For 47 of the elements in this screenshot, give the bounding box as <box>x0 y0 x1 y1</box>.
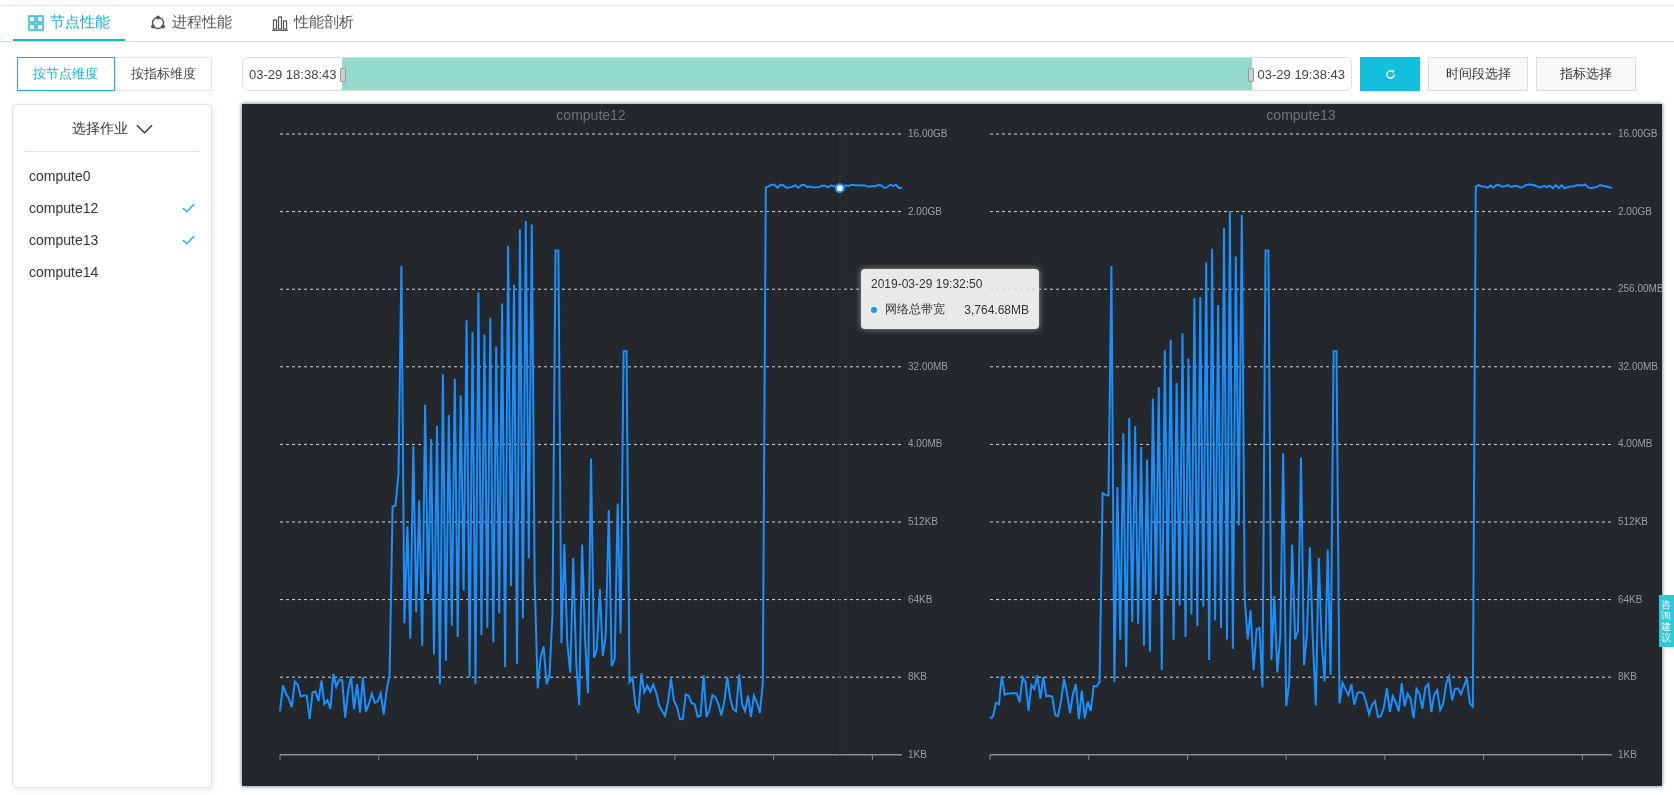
time-range-slider[interactable]: 03-29 18:38:43 03-29 19:38:43 <box>242 57 1352 91</box>
process-cycle-icon <box>150 14 166 31</box>
chevron-down-icon <box>135 124 153 134</box>
tooltip-series-name: 网络总带宽 <box>885 301 945 318</box>
y-axis-label: 2.00GB <box>1618 205 1652 217</box>
node-label: compute14 <box>29 264 99 280</box>
y-axis-label: 8KB <box>1618 671 1637 683</box>
job-select-dropdown[interactable]: 选择作业 <box>25 107 199 151</box>
y-axis-label: 16.00GB <box>1618 128 1658 139</box>
toolbar-button[interactable]: 指标选择 <box>1536 57 1636 91</box>
range-end-time: 03-29 19:38:43 <box>1256 66 1346 82</box>
y-axis-label: 4.00MB <box>1618 438 1653 450</box>
range-start-time: 03-29 18:38:43 <box>248 66 338 82</box>
nav-tab[interactable]: 性能剖析 <box>257 6 369 41</box>
y-axis-label: 512KB <box>908 516 939 527</box>
y-axis-label: 32.00MB <box>908 360 949 372</box>
refresh-icon <box>1384 68 1396 80</box>
nav-tab[interactable]: 进程性能 <box>135 6 247 41</box>
refresh-button[interactable] <box>1360 57 1420 91</box>
range-handle[interactable] <box>340 68 347 82</box>
y-axis-label: 32.00MB <box>1618 360 1659 372</box>
chart-title: compute12 <box>556 107 626 123</box>
node-label: compute0 <box>29 168 91 184</box>
y-axis-label: 64KB <box>1618 593 1643 605</box>
node-label: compute13 <box>29 232 99 248</box>
bar-chart-icon <box>272 14 288 31</box>
y-axis-label: 8KB <box>908 671 927 683</box>
tooltip-time: 2019-03-29 19:32:50 <box>871 277 984 291</box>
view-toggle[interactable]: 按指标维度 <box>114 57 212 91</box>
y-axis-label: 1KB <box>908 748 927 760</box>
range-handle[interactable] <box>1247 68 1254 82</box>
node-item[interactable]: compute0 <box>25 160 199 192</box>
node-item[interactable]: compute12 <box>25 192 199 224</box>
y-axis-label: 1KB <box>1618 748 1637 760</box>
grid-icon <box>28 14 44 31</box>
y-axis-label: 16.00GB <box>908 128 948 139</box>
tooltip-value: 3,764.68MB <box>964 302 1029 317</box>
chart-title: compute13 <box>1266 107 1336 123</box>
hover-point <box>834 183 845 194</box>
y-axis-label: 4.00MB <box>908 438 943 450</box>
y-axis-label: 512KB <box>1618 516 1649 527</box>
toolbar-button[interactable]: 时间段选择 <box>1428 57 1528 91</box>
node-item[interactable]: compute14 <box>25 256 199 288</box>
node-label: compute12 <box>29 200 99 216</box>
y-axis-label: 64KB <box>908 593 933 605</box>
node-item[interactable]: compute13 <box>25 224 199 256</box>
y-axis-label: 2.00GB <box>908 205 942 217</box>
